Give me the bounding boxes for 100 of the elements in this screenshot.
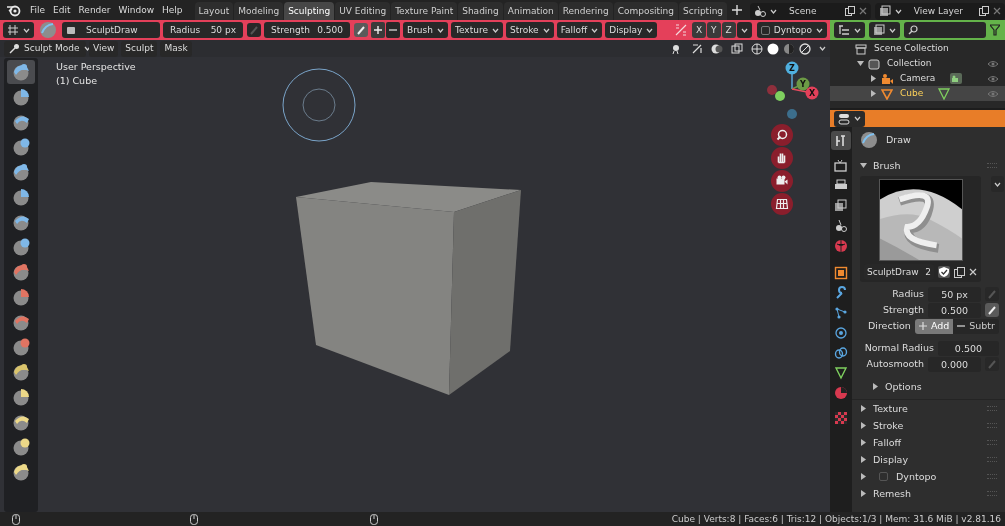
subpanel-header[interactable]: Options	[885, 380, 922, 393]
logo-icon[interactable]	[6, 3, 22, 17]
editor-type-dropdown[interactable]	[834, 110, 865, 127]
drag-handle-icon[interactable]	[987, 457, 997, 462]
panel-header[interactable]: Display	[873, 453, 909, 466]
direction-option[interactable]: Subtr	[953, 318, 999, 334]
outliner-row[interactable]: Scene Collection	[830, 41, 1005, 56]
pressure-icon[interactable]	[354, 23, 368, 37]
workspace-tab[interactable]: Texture Paint	[391, 2, 458, 20]
camera-data-icon[interactable]	[949, 72, 964, 85]
checkbox[interactable]	[760, 25, 770, 35]
gizmo-icon[interactable]	[691, 42, 703, 55]
tool-dropdown[interactable]	[3, 22, 34, 38]
dropdown-button[interactable]: Texture	[451, 22, 503, 38]
number-field[interactable]: 0.500	[937, 340, 999, 356]
axis-toggle[interactable]: Z	[721, 22, 736, 38]
close-icon[interactable]	[858, 7, 867, 15]
close-icon[interactable]	[993, 7, 1001, 15]
close-icon[interactable]	[969, 268, 977, 276]
menu-item[interactable]: Window	[114, 4, 159, 16]
pressure-icon[interactable]	[985, 303, 999, 317]
dropdown-button[interactable]: Falloff	[556, 22, 603, 38]
add-icon[interactable]	[371, 22, 385, 38]
axis-toggle[interactable]: Y	[707, 22, 721, 38]
workspace-tab[interactable]: UV Editing	[335, 2, 391, 20]
drag-handle-icon[interactable]	[987, 474, 997, 479]
rendered-icon[interactable]	[799, 42, 811, 55]
collapse-arrow-icon[interactable]	[870, 90, 877, 97]
collapse-arrow-icon[interactable]	[872, 383, 879, 390]
menu-item[interactable]: Render	[74, 4, 115, 16]
search-field[interactable]	[904, 22, 986, 38]
collapse-arrow-icon[interactable]	[860, 473, 867, 480]
direction-option[interactable]: Add	[914, 318, 954, 334]
properties-tab[interactable]	[831, 131, 851, 150]
brush-name-field[interactable]: SculptDraw	[62, 22, 160, 38]
checkbox[interactable]	[879, 472, 888, 481]
axis-toggle[interactable]: X	[691, 22, 707, 38]
symmetry-icon[interactable]	[674, 24, 687, 36]
axis-menu-button[interactable]	[736, 22, 752, 38]
wireframe-icon[interactable]	[751, 42, 763, 55]
panel-header[interactable]: Dyntopo	[896, 470, 937, 483]
collapse-arrow-icon[interactable]	[860, 422, 867, 429]
panel-header[interactable]: Stroke	[873, 419, 904, 432]
view-layer-icon[interactable]	[878, 5, 891, 17]
workspace-tab[interactable]: Scripting	[679, 2, 728, 20]
editor-type-dropdown[interactable]	[834, 22, 865, 38]
scene-icon[interactable]	[754, 5, 767, 17]
filter-icon[interactable]	[990, 24, 1000, 36]
dropdown-button[interactable]: Display	[605, 22, 658, 38]
number-field[interactable]: 0.500	[928, 302, 981, 318]
drag-handle-icon[interactable]	[987, 423, 997, 428]
menu-button[interactable]: View	[89, 40, 119, 57]
collapse-arrow-icon[interactable]	[860, 490, 867, 497]
menu-button[interactable]: Mask	[160, 40, 192, 57]
workspace-tab[interactable]: Animation	[503, 2, 558, 20]
subtract-icon[interactable]	[386, 22, 400, 38]
copy-icon[interactable]	[979, 6, 989, 16]
material-preview-icon[interactable]	[783, 42, 795, 55]
workspace-tab[interactable]: Shading	[458, 2, 503, 20]
menu-item[interactable]: Edit	[49, 4, 75, 16]
workspace-tab[interactable]: Modeling	[234, 2, 284, 20]
solid-icon[interactable]	[767, 42, 779, 55]
panel-header[interactable]: Brush	[873, 159, 901, 172]
workspace-tab[interactable]: Sculpting	[284, 2, 335, 20]
panel-header[interactable]: Falloff	[873, 436, 902, 449]
slider-field[interactable]: Radius 50 px	[163, 22, 243, 38]
collapse-arrow-icon[interactable]	[860, 439, 867, 446]
menu-item[interactable]: File	[26, 4, 50, 16]
drag-handle-icon[interactable]	[987, 406, 997, 411]
menu-button[interactable]: Sculpt	[121, 40, 158, 57]
xray-icon[interactable]	[731, 42, 743, 55]
display-mode-dropdown[interactable]	[869, 22, 900, 38]
outliner-row[interactable]: Camera	[830, 71, 1005, 86]
panel-header[interactable]: Texture	[873, 402, 908, 415]
dropdown-button[interactable]: Stroke	[505, 22, 554, 38]
workspace-tab[interactable]: Compositing	[613, 2, 679, 20]
slider-field[interactable]: Strength 0.500	[264, 22, 350, 38]
panel-header[interactable]: Remesh	[873, 487, 912, 500]
drag-handle-icon[interactable]	[987, 440, 997, 445]
expand-arrow-icon[interactable]	[860, 162, 867, 169]
outliner-row[interactable]: Cube	[830, 86, 1005, 101]
menu-item[interactable]: Help	[158, 4, 187, 16]
dropdown-button[interactable]	[991, 176, 1004, 192]
zoom-icon[interactable]	[771, 124, 793, 146]
hand-icon[interactable]	[771, 147, 793, 169]
collapse-arrow-icon[interactable]	[860, 456, 867, 463]
workspace-tab[interactable]: Layout	[194, 2, 234, 20]
overlay-icon[interactable]	[711, 42, 723, 55]
collapse-arrow-icon[interactable]	[870, 75, 877, 82]
number-field[interactable]: 50 px	[928, 286, 981, 302]
camera-icon[interactable]	[771, 170, 793, 192]
outliner-row[interactable]: Collection	[830, 56, 1005, 71]
dropdown-button[interactable]: Brush	[403, 22, 448, 38]
drag-handle-icon[interactable]	[987, 163, 997, 168]
fake-user-icon[interactable]	[938, 266, 950, 278]
add-icon[interactable]	[732, 5, 743, 15]
navigation-gizmo[interactable]: Z Y X	[764, 57, 820, 121]
workspace-tab[interactable]: Rendering	[558, 2, 613, 20]
mesh-data-icon[interactable]	[937, 87, 952, 100]
copy-icon[interactable]	[844, 6, 855, 16]
